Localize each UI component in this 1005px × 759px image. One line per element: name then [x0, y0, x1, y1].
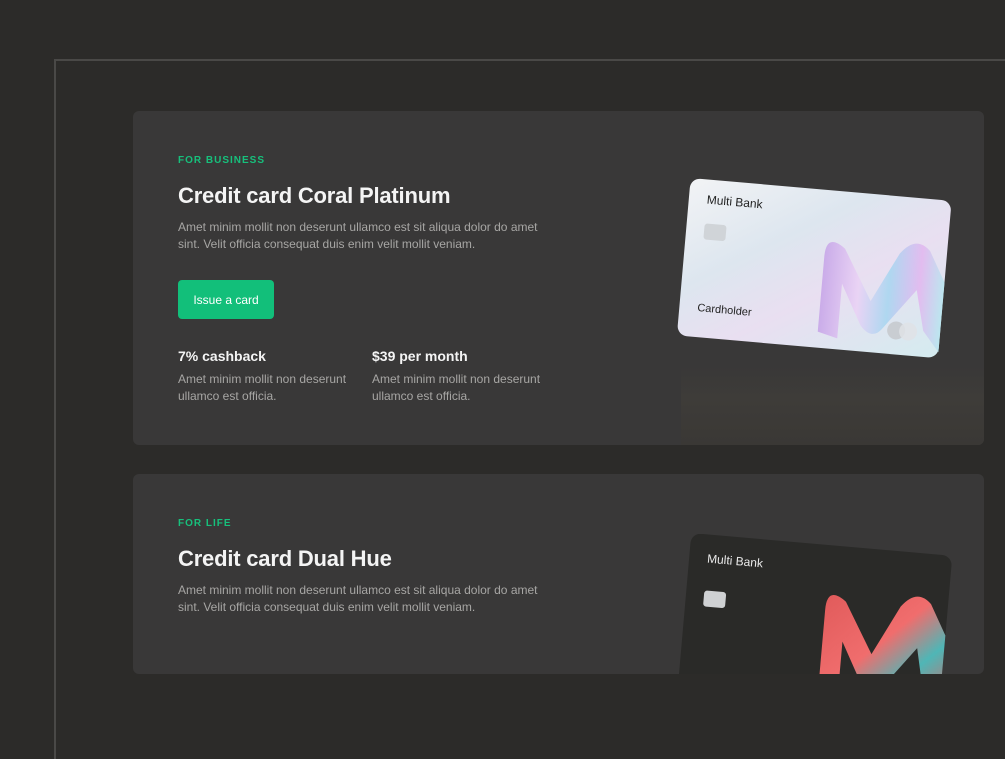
- card-offer-business: FOR BUSINESS Credit card Coral Platinum …: [133, 111, 984, 445]
- card-offer-life: FOR LIFE Credit card Dual Hue Amet minim…: [133, 474, 984, 674]
- issue-card-button[interactable]: Issue a card: [178, 280, 274, 319]
- feature-text: Amet minim mollit non deserunt ullamco e…: [372, 372, 541, 403]
- feature-title: 7% cashback: [178, 348, 266, 364]
- feature-text: Amet minim mollit non deserunt ullamco e…: [178, 372, 347, 403]
- card-pedestal: [681, 366, 984, 445]
- feature-cashback: 7% cashback Amet minim mollit non deseru…: [178, 348, 353, 405]
- card-description: Amet minim mollit non deserunt ullamco e…: [178, 220, 538, 251]
- card-description: Amet minim mollit non deserunt ullamco e…: [178, 583, 538, 614]
- eyebrow-label: FOR LIFE: [178, 518, 232, 529]
- card-title: Credit card Dual Hue: [178, 546, 392, 571]
- chip-icon: [703, 590, 727, 608]
- eyebrow-label: FOR BUSINESS: [178, 155, 266, 166]
- feature-monthly-fee: $39 per month Amet minim mollit non dese…: [372, 348, 547, 405]
- card-title: Credit card Coral Platinum: [178, 183, 451, 208]
- dark-card-image: Multi Bank: [678, 534, 952, 674]
- chip-icon: [703, 223, 727, 241]
- feature-title: $39 per month: [372, 348, 468, 364]
- holographic-card-image: Multi Bank Cardholder: [677, 178, 951, 358]
